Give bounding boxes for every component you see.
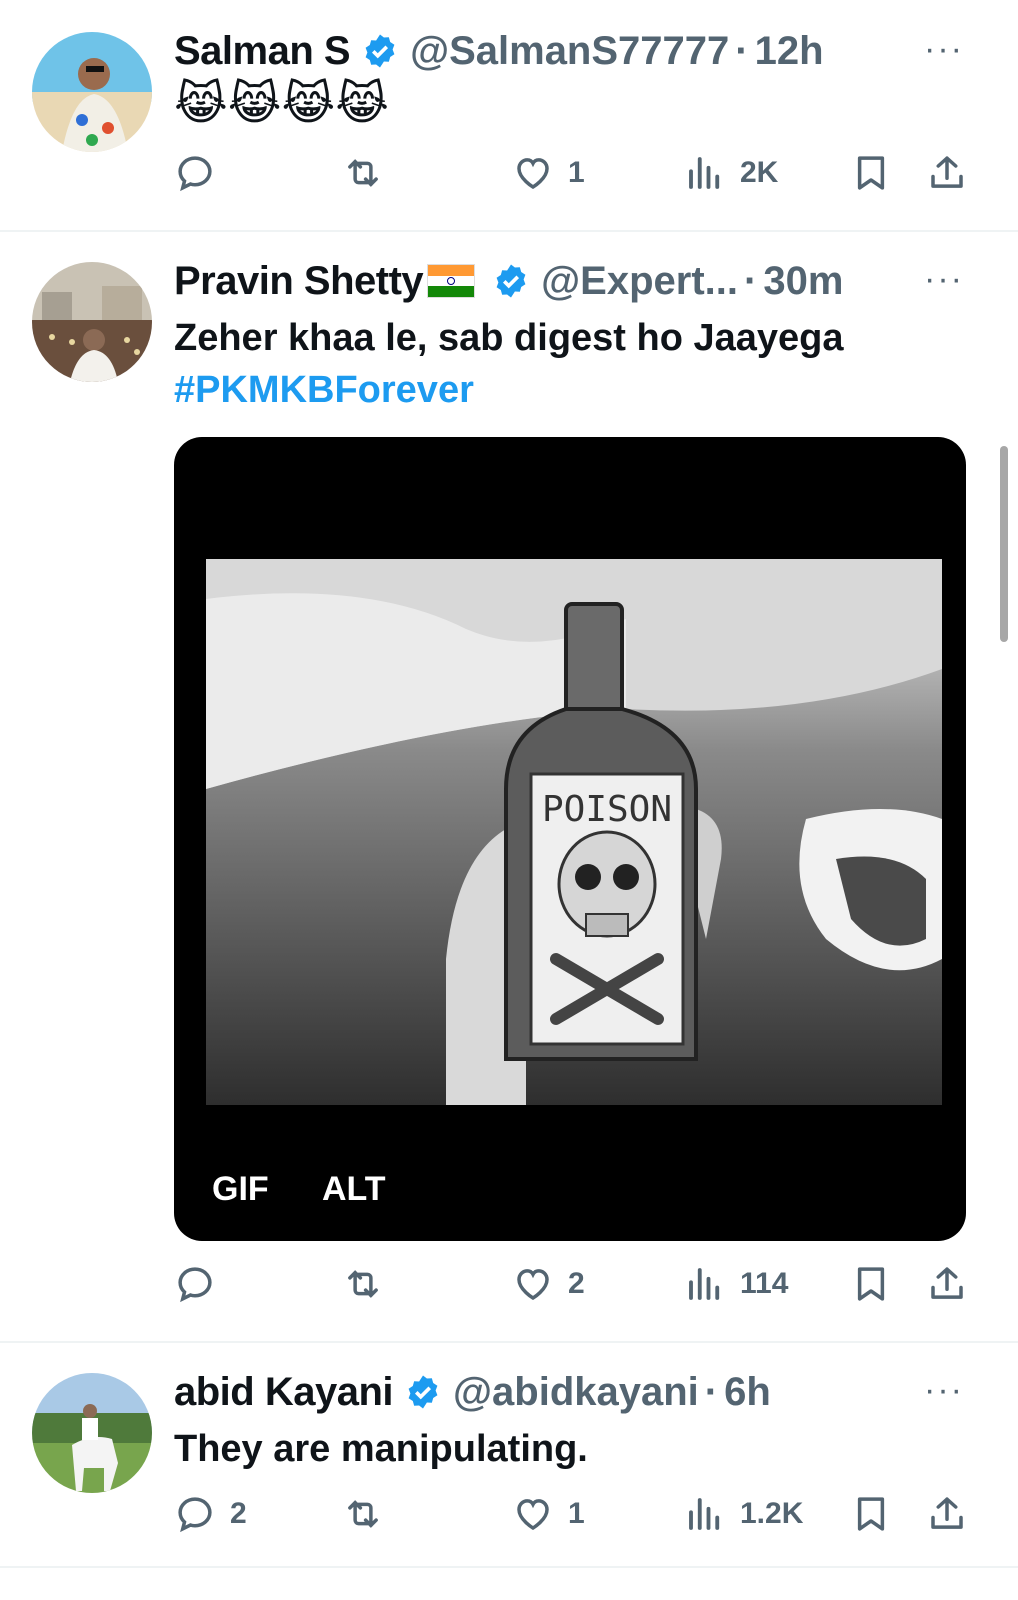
bookmark-button[interactable] bbox=[850, 152, 892, 194]
reply-icon bbox=[178, 1267, 212, 1303]
tweet-header: Pravin Shetty @Expert... · 30m bbox=[174, 256, 843, 306]
gif-frame: POISON bbox=[206, 559, 942, 1105]
reply-button[interactable] bbox=[174, 1263, 230, 1305]
user-handle[interactable]: @abidkayani bbox=[453, 1370, 699, 1415]
bookmark-icon bbox=[857, 1497, 885, 1531]
retweet-icon bbox=[348, 1500, 378, 1528]
user-handle[interactable]: @SalmanS77777 bbox=[410, 29, 729, 74]
user-handle[interactable]: @Expert... bbox=[541, 259, 738, 304]
display-name[interactable]: Salman S bbox=[174, 29, 351, 74]
verified-badge-icon bbox=[365, 34, 395, 68]
more-options-icon[interactable]: ··· bbox=[924, 30, 964, 69]
display-name[interactable]: Pravin Shetty bbox=[174, 259, 424, 304]
separator: · bbox=[704, 1369, 719, 1414]
share-button[interactable] bbox=[926, 1263, 968, 1305]
scrollbar-thumb[interactable] bbox=[1000, 446, 1008, 642]
bookmark-button[interactable] bbox=[850, 1263, 892, 1305]
heart-icon bbox=[517, 1269, 549, 1301]
bookmark-icon bbox=[857, 156, 885, 190]
timestamp[interactable]: 12h bbox=[755, 29, 824, 74]
separator: · bbox=[735, 28, 749, 73]
avatar[interactable] bbox=[32, 32, 152, 152]
reply-icon bbox=[178, 156, 212, 192]
share-button[interactable] bbox=[926, 1493, 968, 1535]
verified-badge-icon bbox=[408, 1375, 438, 1409]
gif-badge: GIF bbox=[212, 1170, 269, 1208]
action-bar: 2 114 bbox=[174, 1263, 974, 1309]
tweet-header: abid Kayani @abidkayani · 6h bbox=[174, 1367, 771, 1417]
like-button[interactable]: 1 bbox=[512, 152, 585, 194]
poison-label: POISON bbox=[542, 789, 672, 830]
tweet-header: Salman S @SalmanS77777 · 12h bbox=[174, 26, 824, 76]
poison-bottle-image: POISON bbox=[206, 559, 942, 1105]
bookmark-button[interactable] bbox=[850, 1493, 892, 1535]
share-icon bbox=[931, 156, 963, 188]
views-button[interactable]: 2K bbox=[684, 152, 778, 194]
like-count: 1 bbox=[568, 156, 585, 189]
tweet-text: Zeher khaa le, sab digest ho Jaayega bbox=[174, 317, 844, 359]
tweet-text: They are manipulating. bbox=[174, 1428, 588, 1470]
reply-button[interactable] bbox=[174, 152, 230, 194]
more-options-icon[interactable]: ··· bbox=[924, 1371, 964, 1410]
heart-icon bbox=[517, 1499, 549, 1531]
tweet-pravin[interactable]: Pravin Shetty @Expert... · 30m ··· Zeher… bbox=[0, 232, 1018, 1342]
like-button[interactable]: 2 bbox=[512, 1263, 585, 1305]
retweet-button[interactable] bbox=[342, 152, 398, 194]
like-count: 2 bbox=[568, 1267, 585, 1300]
hashtag-link[interactable]: #PKMKBForever bbox=[174, 364, 474, 416]
timestamp[interactable]: 30m bbox=[763, 259, 843, 304]
views-button[interactable]: 114 bbox=[684, 1263, 788, 1305]
views-count: 114 bbox=[740, 1267, 789, 1300]
more-options-icon[interactable]: ··· bbox=[924, 260, 964, 299]
timestamp[interactable]: 6h bbox=[724, 1370, 771, 1415]
india-flag-icon bbox=[427, 264, 476, 298]
reply-button[interactable]: 2 bbox=[174, 1493, 247, 1535]
avatar[interactable] bbox=[32, 1373, 152, 1493]
bookmark-icon bbox=[857, 1267, 885, 1301]
separator: · bbox=[744, 258, 758, 303]
like-count: 1 bbox=[568, 1497, 585, 1530]
avatar[interactable] bbox=[32, 262, 152, 382]
views-icon bbox=[689, 157, 720, 189]
verified-badge-icon bbox=[496, 264, 526, 298]
views-count: 1.2K bbox=[740, 1497, 804, 1530]
heart-icon bbox=[517, 158, 549, 190]
retweet-icon bbox=[348, 1270, 378, 1298]
like-button[interactable]: 1 bbox=[512, 1493, 585, 1535]
share-icon bbox=[931, 1497, 963, 1529]
action-bar: 2 1 1.2K bbox=[174, 1493, 974, 1539]
tweet-text: 😹😹😹😹 bbox=[174, 77, 389, 129]
views-count: 2K bbox=[740, 156, 779, 189]
views-button[interactable]: 1.2K bbox=[684, 1493, 803, 1535]
retweet-icon bbox=[348, 159, 378, 187]
views-icon bbox=[689, 1498, 720, 1530]
gif-media[interactable]: POISON GIF ALT bbox=[174, 437, 966, 1241]
reply-icon bbox=[178, 1497, 212, 1533]
tweet-abid[interactable]: abid Kayani @abidkayani · 6h ··· They ar… bbox=[0, 1343, 1018, 1563]
retweet-button[interactable] bbox=[342, 1263, 398, 1305]
tweet-salman[interactable]: Salman S @SalmanS77777 · 12h ··· 😹😹😹😹 1 … bbox=[0, 0, 1018, 232]
views-icon bbox=[689, 1268, 720, 1300]
action-bar: 1 2K bbox=[174, 152, 974, 198]
retweet-button[interactable] bbox=[342, 1493, 398, 1535]
reply-count: 2 bbox=[230, 1497, 247, 1530]
display-name[interactable]: abid Kayani bbox=[174, 1370, 394, 1415]
alt-text-button[interactable]: ALT bbox=[322, 1170, 386, 1209]
share-icon bbox=[931, 1267, 963, 1299]
tweet-divider bbox=[0, 1566, 1018, 1568]
share-button[interactable] bbox=[926, 152, 968, 194]
